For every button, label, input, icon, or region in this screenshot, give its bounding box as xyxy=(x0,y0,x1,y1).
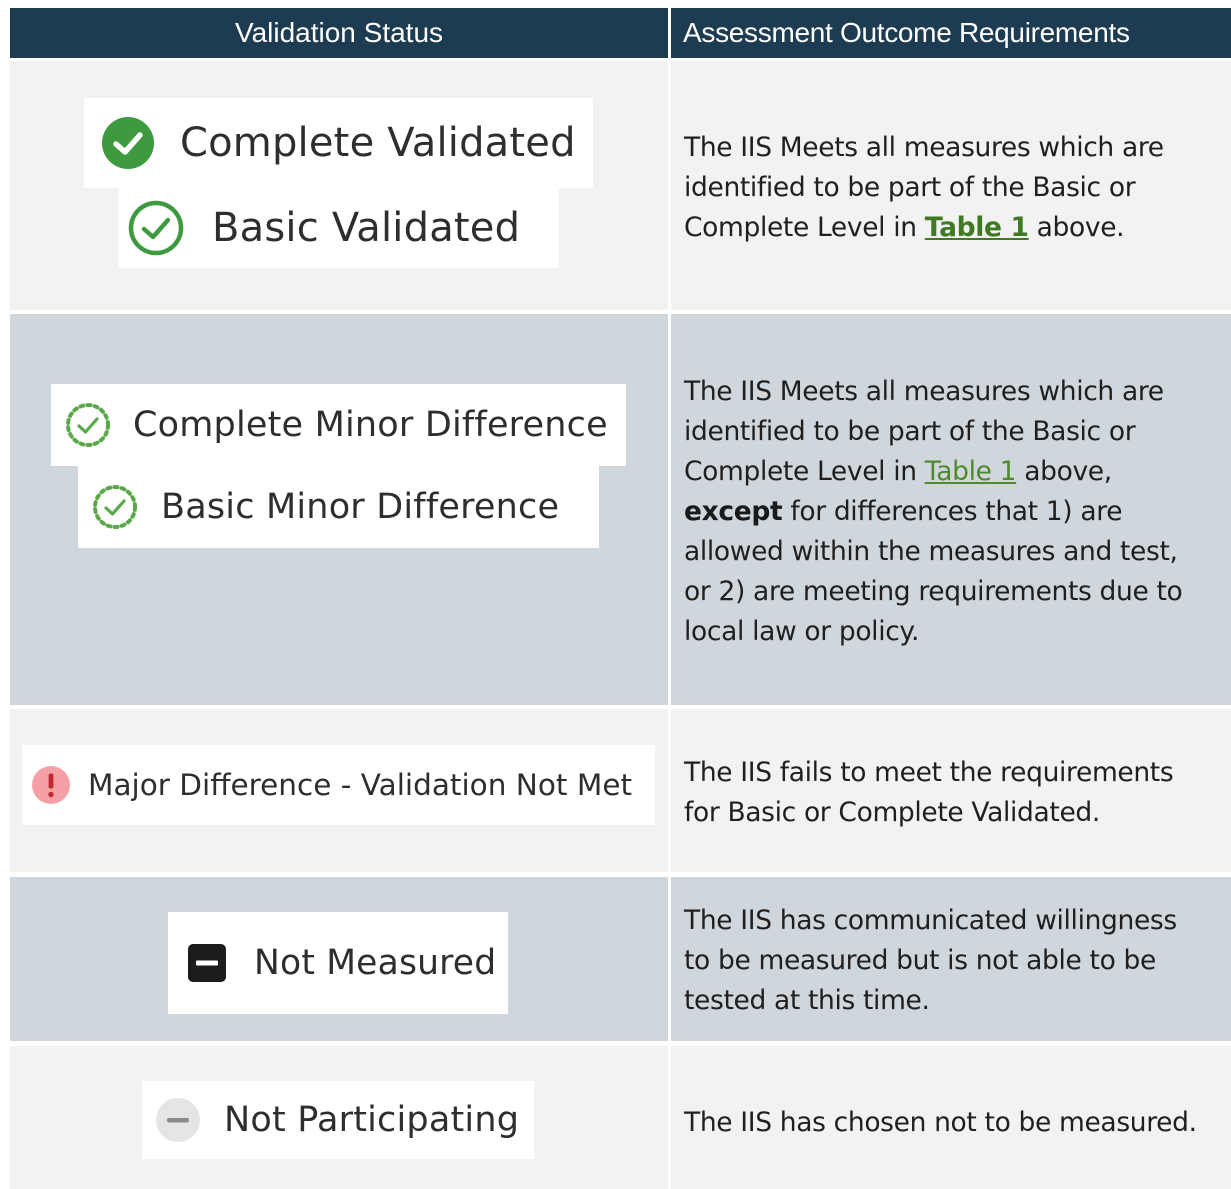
text-line: The IIS Meets all measures which are xyxy=(684,376,1164,407)
text-line: The IIS fails to meet the requirements xyxy=(684,757,1174,788)
text-line: local law or policy. xyxy=(684,616,920,647)
requirement-text-major-difference: The IIS fails to meet the requirements f… xyxy=(684,753,1229,833)
badge-label: Complete Validated xyxy=(180,120,576,166)
badge-label: Not Participating xyxy=(224,1100,520,1140)
column-header-assessment-requirements: Assessment Outcome Requirements xyxy=(671,8,1231,58)
check-circle-dashed-icon xyxy=(63,400,113,450)
table-1-link[interactable]: Table 1 xyxy=(925,212,1029,243)
check-circle-filled-icon xyxy=(100,115,156,171)
badge-major-difference: Major Difference - Validation Not Met xyxy=(22,745,655,825)
badge-label: Major Difference - Validation Not Met xyxy=(88,768,633,802)
text-line: for Basic or Complete Validated. xyxy=(684,797,1100,828)
text-line: identified to be part of the Basic or xyxy=(684,172,1136,203)
text-line: Complete Level in Table 1 above, xyxy=(684,456,1112,487)
badge-not-participating: Not Participating xyxy=(142,1081,534,1159)
table-1-link[interactable]: Table 1 xyxy=(925,456,1017,487)
badge-not-measured: Not Measured xyxy=(168,912,508,1014)
check-circle-dashed-icon xyxy=(90,482,140,532)
text-line: to be measured but is not able to be xyxy=(684,945,1156,976)
badge-label: Basic Minor Difference xyxy=(161,487,560,527)
text-line: or 2) are meeting requirements due to xyxy=(684,576,1183,607)
check-circle-outline-icon xyxy=(126,198,186,258)
badge-basic-minor-difference: Basic Minor Difference xyxy=(78,466,599,548)
badge-complete-minor-difference: Complete Minor Difference xyxy=(51,384,626,466)
text-line: The IIS has chosen not to be measured. xyxy=(684,1107,1197,1138)
text-line: allowed within the measures and test, xyxy=(684,536,1178,567)
badge-basic-validated: Basic Validated xyxy=(118,188,559,268)
text-line: identified to be part of the Basic or xyxy=(684,416,1136,447)
text-line: The IIS has communicated willingness xyxy=(684,905,1177,936)
minus-square-icon xyxy=(186,942,228,984)
exclamation-circle-icon xyxy=(30,764,72,806)
requirement-text-minor-difference: The IIS Meets all measures which are ide… xyxy=(684,372,1229,652)
text-line: The IIS Meets all measures which are xyxy=(684,132,1164,163)
text-line: Complete Level in Table 1 above. xyxy=(684,212,1125,243)
badge-complete-validated: Complete Validated xyxy=(84,98,593,188)
requirement-text-not-measured: The IIS has communicated willingness to … xyxy=(684,901,1229,1021)
minus-circle-icon xyxy=(154,1096,202,1144)
badge-label: Basic Validated xyxy=(212,205,521,251)
column-header-validation-status: Validation Status xyxy=(10,8,668,58)
requirement-text-not-participating: The IIS has chosen not to be measured. xyxy=(684,1103,1229,1143)
text-line: tested at this time. xyxy=(684,985,930,1016)
badge-label: Complete Minor Difference xyxy=(133,405,608,445)
text-line: except for differences that 1) are xyxy=(684,496,1123,527)
requirement-text-validated: The IIS Meets all measures which are ide… xyxy=(684,128,1229,248)
badge-label: Not Measured xyxy=(254,943,497,983)
